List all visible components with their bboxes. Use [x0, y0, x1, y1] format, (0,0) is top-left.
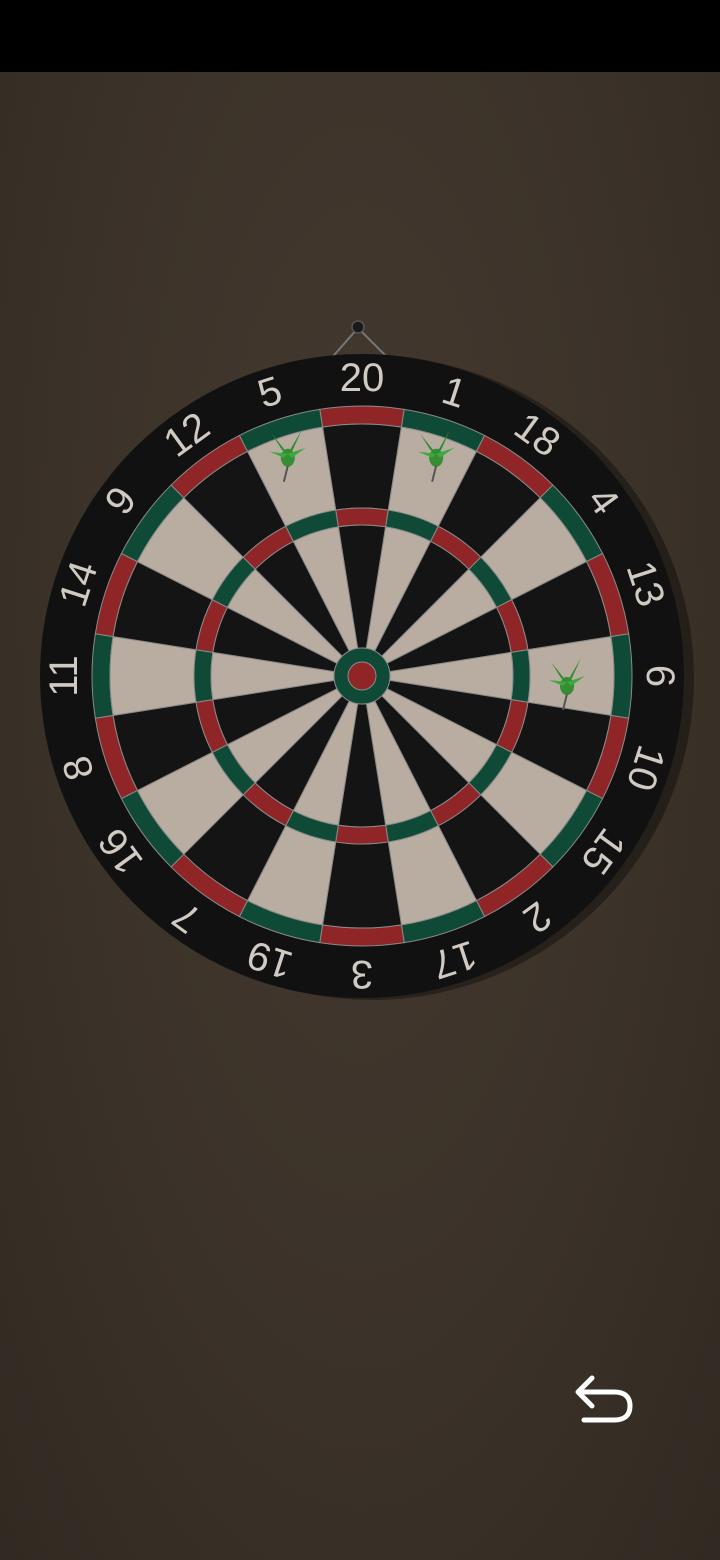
status-bar [0, 0, 720, 72]
board-number-6: 6 [638, 665, 682, 687]
segment-outer-single-20[interactable] [322, 423, 402, 511]
board-segments[interactable] [91, 405, 633, 947]
segment-triple-11[interactable] [193, 649, 214, 703]
board-number-3: 3 [351, 952, 373, 996]
segment-outer-single-3[interactable] [322, 841, 402, 929]
undo-button[interactable] [570, 1368, 640, 1432]
segment-triple-20[interactable] [335, 507, 389, 528]
segment-triple-3[interactable] [335, 824, 389, 845]
segment-triple-6[interactable] [510, 649, 531, 703]
segment-outer-single-11[interactable] [109, 636, 197, 716]
board-number-20: 20 [340, 356, 385, 400]
bullseye[interactable] [347, 661, 377, 691]
dartboard[interactable]: 20 11841361015217319716811149125 [0, 300, 720, 1020]
undo-arrow-icon [575, 1375, 633, 1423]
board-number-11: 11 [42, 655, 86, 697]
